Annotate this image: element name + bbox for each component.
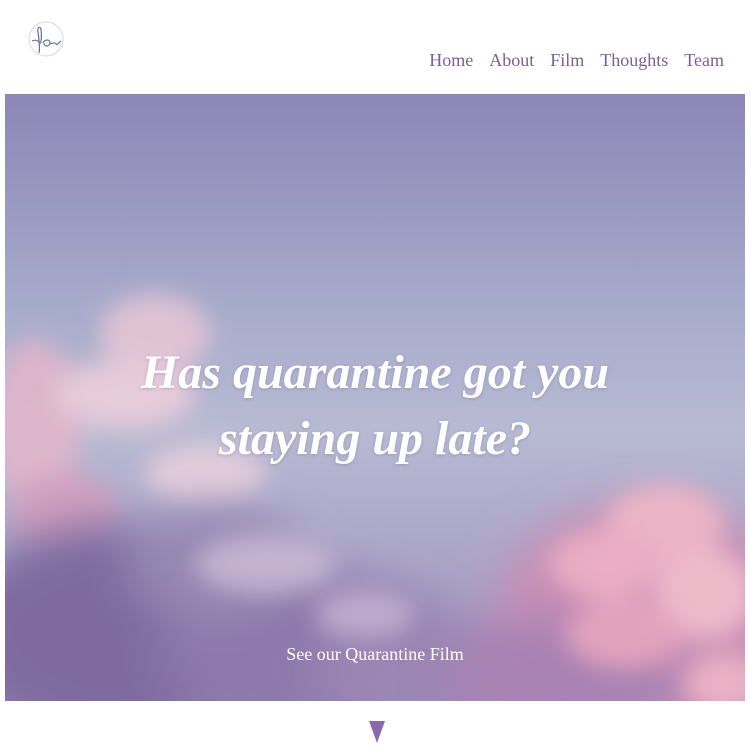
down-triangle-icon xyxy=(369,721,385,743)
nav-link-film[interactable]: Film xyxy=(550,48,584,72)
main-navigation: Home About Film Thoughts Team xyxy=(413,48,724,72)
hero-headline-line-1: Has quarantine got you xyxy=(140,346,610,400)
monogram-logo-icon xyxy=(28,21,64,57)
nav-link-home[interactable]: Home xyxy=(429,48,473,72)
scroll-down-button[interactable] xyxy=(368,720,386,744)
nav-link-about[interactable]: About xyxy=(489,48,534,72)
hero-headline-line-2: staying up late? xyxy=(218,412,532,466)
hero-section: Has quarantine got you staying up late? … xyxy=(5,94,745,701)
page: Home About Film Thoughts Team Has quaran… xyxy=(0,0,750,750)
hero-cta: See our Quarantine Film xyxy=(5,644,745,665)
nav-link-team[interactable]: Team xyxy=(684,48,724,72)
hero-headline: Has quarantine got you staying up late? xyxy=(5,340,745,472)
see-film-link[interactable]: See our Quarantine Film xyxy=(286,644,463,664)
nav-link-thoughts[interactable]: Thoughts xyxy=(600,48,668,72)
site-header: Home About Film Thoughts Team xyxy=(0,0,750,94)
site-logo[interactable] xyxy=(26,17,66,65)
